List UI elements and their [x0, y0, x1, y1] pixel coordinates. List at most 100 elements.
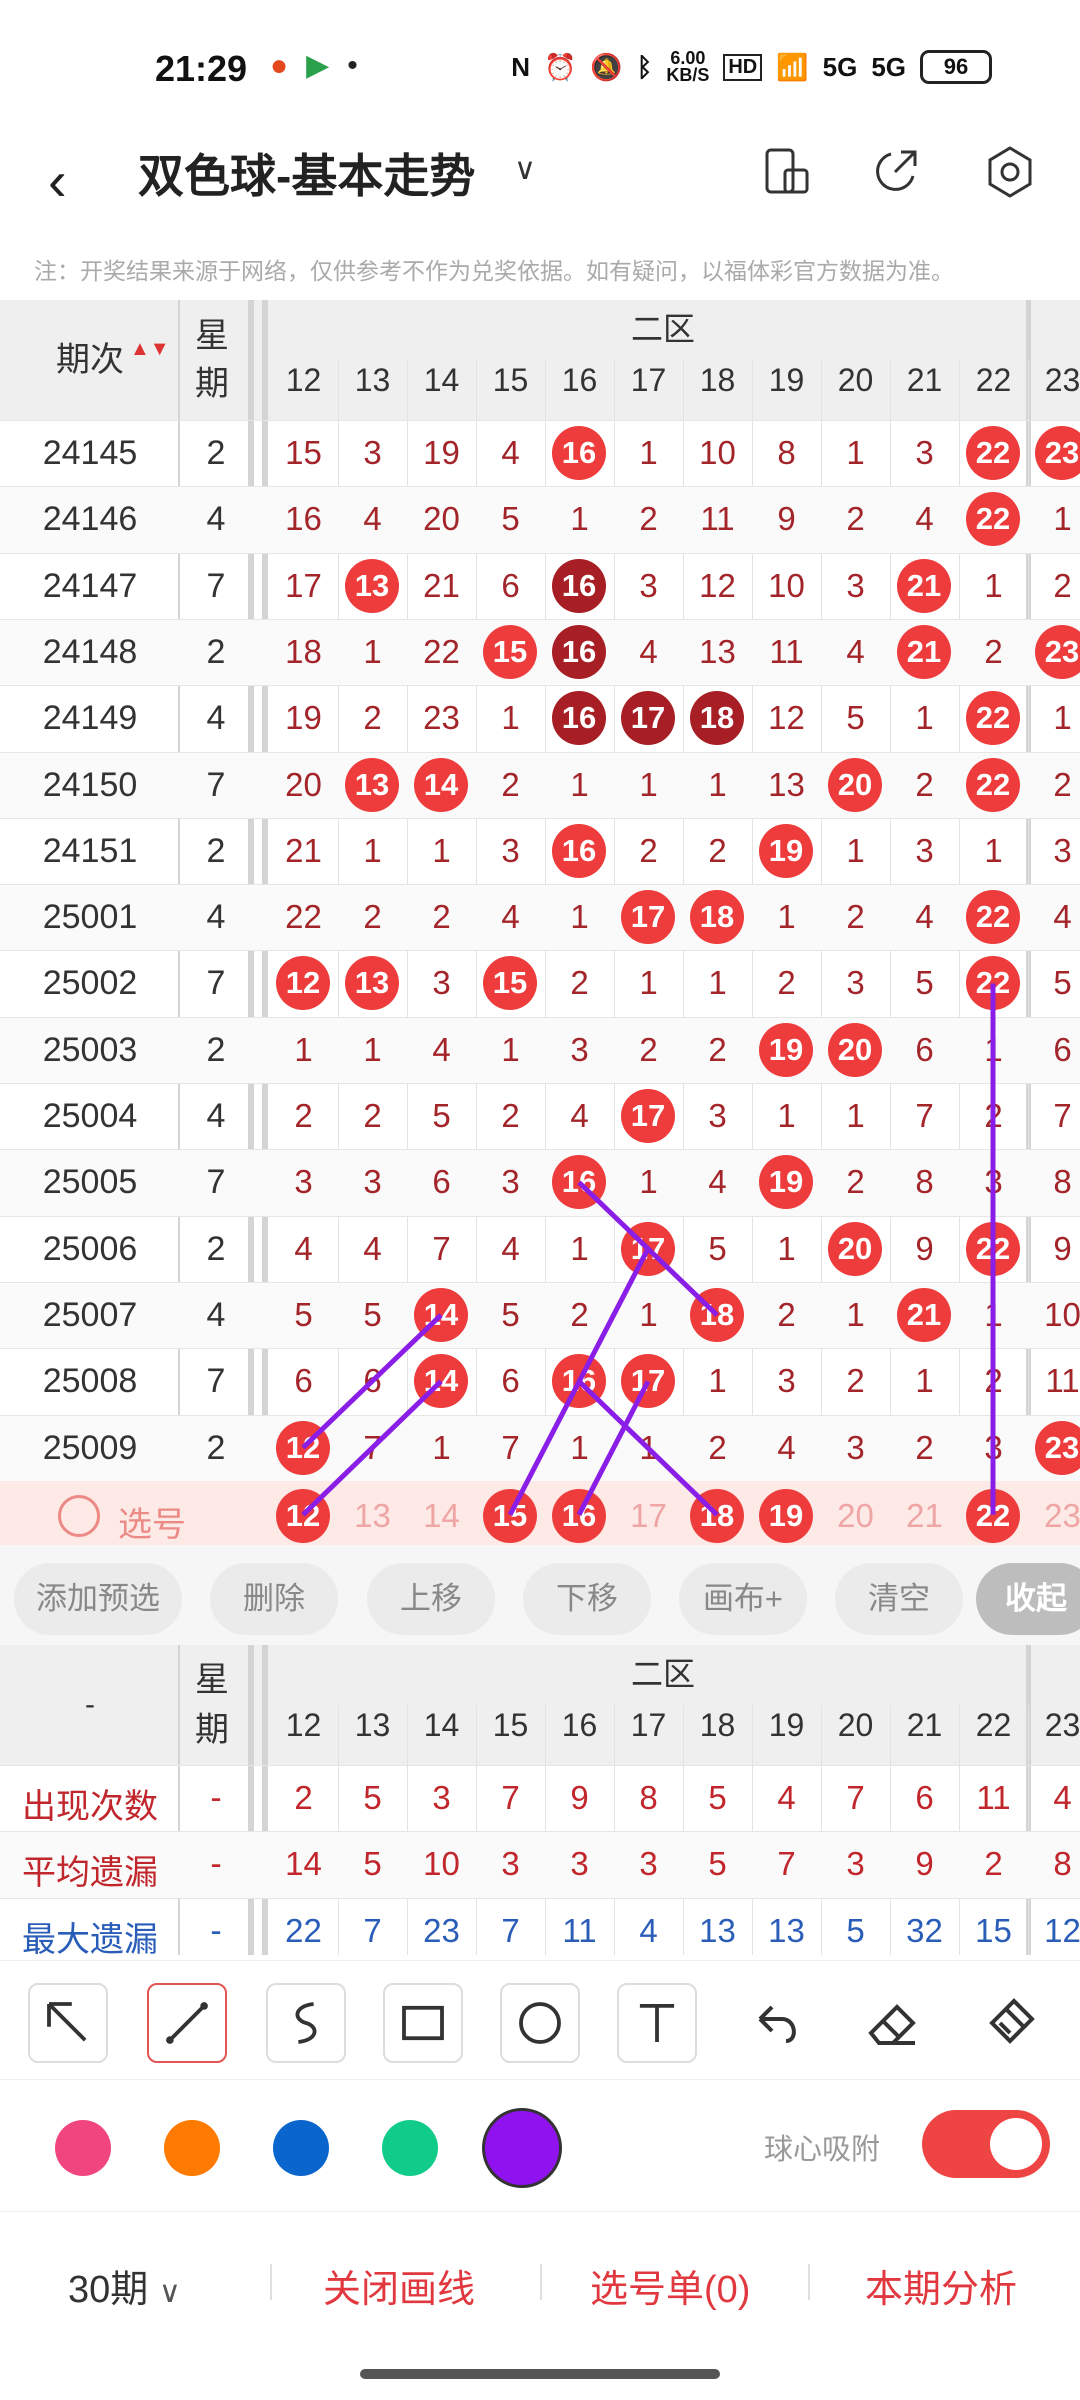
- number-cell[interactable]: 1: [752, 1097, 821, 1135]
- number-ball[interactable]: 16: [552, 823, 606, 878]
- number-cell[interactable]: 22: [407, 633, 476, 671]
- number-cell[interactable]: 1: [614, 434, 683, 472]
- number-ball[interactable]: 18: [690, 1287, 744, 1342]
- number-cell[interactable]: 20: [269, 766, 338, 804]
- number-cell[interactable]: 16: [269, 500, 338, 538]
- select-ball[interactable]: 16: [552, 1488, 606, 1543]
- number-cell[interactable]: 1: [890, 699, 959, 737]
- number-cell[interactable]: 2: [476, 766, 545, 804]
- move-down-button[interactable]: 下移: [523, 1563, 651, 1635]
- number-ball[interactable]: 16: [552, 558, 606, 613]
- number-cell[interactable]: 10: [683, 434, 752, 472]
- number-cell[interactable]: 10: [752, 567, 821, 605]
- number-cell[interactable]: 7: [407, 1230, 476, 1268]
- number-cell[interactable]: 1: [959, 1031, 1028, 1069]
- number-cell[interactable]: 1: [545, 898, 614, 936]
- number-cell[interactable]: 1: [338, 633, 407, 671]
- period-count-select[interactable]: 30期 ∨: [68, 2258, 181, 2313]
- number-ball[interactable]: 22: [966, 426, 1020, 480]
- number-cell[interactable]: 1: [614, 964, 683, 1002]
- number-cell[interactable]: 15: [269, 434, 338, 472]
- number-cell[interactable]: 3: [890, 832, 959, 870]
- number-cell[interactable]: 4: [338, 1230, 407, 1268]
- number-cell[interactable]: 8: [752, 434, 821, 472]
- number-ball[interactable]: 16: [552, 1155, 606, 1210]
- select-ball[interactable]: 19: [759, 1488, 813, 1543]
- number-ball[interactable]: 18: [690, 691, 744, 746]
- number-cell[interactable]: 5: [683, 1230, 752, 1268]
- number-cell[interactable]: 8: [890, 1163, 959, 1201]
- sort-arrows-icon[interactable]: ▲▼: [130, 339, 170, 359]
- number-ball[interactable]: 14: [414, 1287, 468, 1342]
- number-cell[interactable]: 10: [1028, 1296, 1080, 1334]
- number-cell[interactable]: 4: [890, 898, 959, 936]
- phone-rotate-icon[interactable]: [755, 142, 815, 202]
- select-cell[interactable]: 13: [338, 1497, 407, 1535]
- number-cell[interactable]: 11: [1028, 1362, 1080, 1400]
- number-cell[interactable]: 19: [269, 699, 338, 737]
- number-cell[interactable]: 4: [476, 434, 545, 472]
- number-cell[interactable]: 4: [614, 633, 683, 671]
- number-cell[interactable]: 3: [476, 832, 545, 870]
- number-cell[interactable]: 1: [683, 1362, 752, 1400]
- number-ball[interactable]: 19: [759, 823, 813, 878]
- number-cell[interactable]: 2: [959, 1362, 1028, 1400]
- number-cell[interactable]: 3: [1028, 832, 1080, 870]
- number-cell[interactable]: 6: [269, 1362, 338, 1400]
- number-ball[interactable]: 16: [552, 624, 606, 679]
- number-cell[interactable]: 3: [821, 964, 890, 1002]
- number-cell[interactable]: 3: [752, 1362, 821, 1400]
- settings-icon[interactable]: [980, 142, 1040, 202]
- undo-icon[interactable]: [736, 1983, 816, 2063]
- number-cell[interactable]: 5: [407, 1097, 476, 1135]
- number-cell[interactable]: 2: [545, 964, 614, 1002]
- number-cell[interactable]: 2: [821, 898, 890, 936]
- number-cell[interactable]: 2: [959, 1097, 1028, 1135]
- number-ball[interactable]: 22: [966, 1221, 1020, 1276]
- number-cell[interactable]: 5: [1028, 964, 1080, 1002]
- number-cell[interactable]: 13: [683, 633, 752, 671]
- select-radio-icon[interactable]: [58, 1494, 100, 1537]
- number-cell[interactable]: 1: [959, 832, 1028, 870]
- select-ball[interactable]: 12: [276, 1488, 330, 1543]
- number-cell[interactable]: 23: [407, 699, 476, 737]
- number-cell[interactable]: 1: [959, 1296, 1028, 1334]
- number-ball[interactable]: 20: [828, 1022, 882, 1077]
- number-ball[interactable]: 22: [966, 757, 1020, 812]
- number-cell[interactable]: 4: [821, 633, 890, 671]
- number-ball[interactable]: 14: [414, 1354, 468, 1409]
- number-cell[interactable]: 1: [821, 1296, 890, 1334]
- number-cell[interactable]: 3: [821, 567, 890, 605]
- select-ball[interactable]: 15: [483, 1488, 537, 1543]
- number-cell[interactable]: 1: [821, 1097, 890, 1135]
- number-ball[interactable]: 13: [345, 757, 399, 812]
- share-icon[interactable]: [865, 142, 925, 202]
- number-cell[interactable]: 3: [890, 434, 959, 472]
- number-ball[interactable]: 14: [414, 757, 468, 812]
- number-ball[interactable]: 17: [621, 1089, 675, 1143]
- number-ball[interactable]: 13: [345, 956, 399, 1011]
- number-cell[interactable]: 4: [683, 1163, 752, 1201]
- number-cell[interactable]: 2: [683, 1429, 752, 1467]
- move-up-button[interactable]: 上移: [367, 1563, 495, 1635]
- canvas-plus-button[interactable]: 画布+: [679, 1563, 807, 1635]
- color-pink-swatch[interactable]: [55, 2120, 111, 2176]
- number-cell[interactable]: 2: [545, 1296, 614, 1334]
- number-cell[interactable]: 9: [890, 1230, 959, 1268]
- number-cell[interactable]: 3: [683, 1097, 752, 1135]
- number-cell[interactable]: 1: [476, 699, 545, 737]
- number-ball[interactable]: 17: [621, 1221, 675, 1276]
- number-cell[interactable]: 2: [1028, 567, 1080, 605]
- number-cell[interactable]: 2: [338, 898, 407, 936]
- number-ball[interactable]: 15: [483, 624, 537, 679]
- number-cell[interactable]: 1: [821, 434, 890, 472]
- number-cell[interactable]: 1: [614, 1296, 683, 1334]
- number-cell[interactable]: 4: [545, 1097, 614, 1135]
- number-cell[interactable]: 3: [338, 1163, 407, 1201]
- number-ball[interactable]: 19: [759, 1022, 813, 1077]
- number-cell[interactable]: 20: [407, 500, 476, 538]
- number-cell[interactable]: 1: [614, 1429, 683, 1467]
- number-cell[interactable]: 3: [959, 1429, 1028, 1467]
- brush-clear-icon[interactable]: [970, 1983, 1050, 2063]
- number-cell[interactable]: 1: [545, 500, 614, 538]
